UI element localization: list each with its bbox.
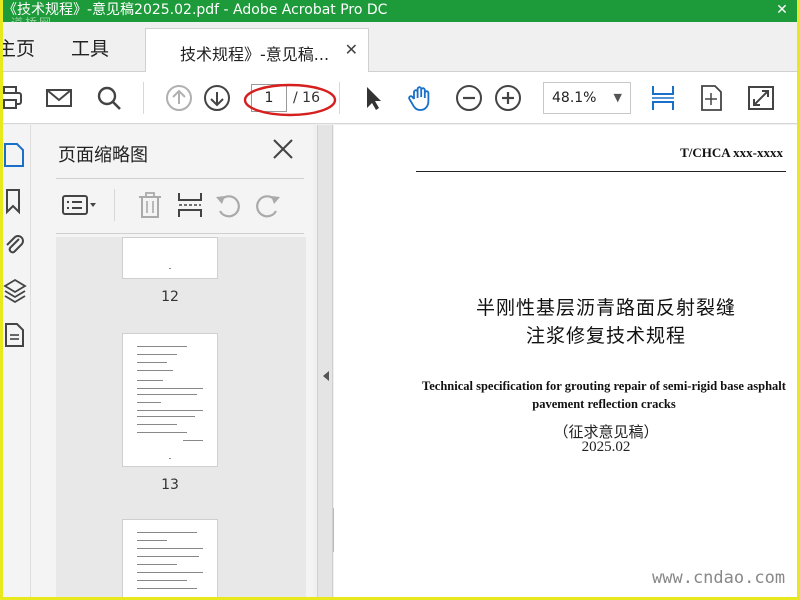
thumbnail-text-line bbox=[137, 532, 197, 533]
tab-close-icon[interactable]: ✕ bbox=[345, 40, 358, 59]
thumbnail-text-line bbox=[137, 548, 203, 549]
thumbnail-text-line bbox=[137, 540, 167, 541]
thumbnail-toolbar bbox=[56, 178, 304, 234]
select-arrow-icon[interactable] bbox=[359, 84, 387, 112]
document-date: 2025.02 bbox=[581, 439, 631, 455]
header-rule bbox=[416, 171, 786, 172]
trash-icon[interactable] bbox=[136, 191, 164, 219]
thumbnail-text-line bbox=[137, 572, 203, 573]
page-up-icon[interactable] bbox=[165, 84, 193, 112]
thumbnail-page-13[interactable] bbox=[122, 333, 218, 467]
document-title-en-line2: pavement reflection cracks bbox=[532, 397, 676, 411]
thumbnail-text-line bbox=[137, 380, 163, 381]
toolbar-separator bbox=[114, 189, 115, 221]
thumbnail-text-line bbox=[137, 370, 173, 371]
thumbnail-page-number: 13 bbox=[161, 477, 179, 493]
thumbnail-text-line bbox=[169, 458, 171, 459]
thumbnails-panel: 页面缩略图 12 13 bbox=[31, 125, 337, 597]
search-icon[interactable] bbox=[95, 84, 123, 112]
thumbnail-page-number: 12 bbox=[161, 289, 179, 305]
acrobat-window: 《技术规程》-意见稿2025.02.pdf - Adobe Acrobat Pr… bbox=[3, 0, 797, 597]
document-properties-icon[interactable] bbox=[3, 321, 27, 349]
fit-width-icon[interactable] bbox=[649, 84, 677, 112]
rotate-right-icon[interactable] bbox=[254, 191, 282, 219]
site-watermark: www.cndao.com bbox=[652, 568, 786, 588]
zoom-out-icon[interactable] bbox=[455, 84, 483, 112]
document-title-en-line1: Technical specification for grouting rep… bbox=[422, 379, 786, 393]
attachment-icon[interactable] bbox=[3, 231, 27, 259]
thumbnail-text-line bbox=[137, 416, 195, 417]
thumbnail-text-line bbox=[137, 410, 203, 411]
page-fit-icon[interactable] bbox=[697, 84, 725, 112]
tab-row: 主页 工具 技术规程》-意见稿... ✕ bbox=[3, 22, 797, 73]
thumbnail-text-line bbox=[137, 346, 187, 347]
fullscreen-icon[interactable] bbox=[747, 84, 775, 112]
thumbnail-text-line bbox=[137, 354, 177, 355]
tab-tools[interactable]: 工具 bbox=[71, 34, 109, 61]
tab-document[interactable]: 技术规程》-意见稿... ✕ bbox=[145, 28, 369, 73]
mail-icon[interactable] bbox=[45, 84, 73, 112]
toolbar-separator bbox=[339, 82, 340, 114]
page-thumbnails-icon[interactable] bbox=[3, 141, 27, 169]
thumbnail-text-line bbox=[183, 440, 203, 441]
zoom-level-select[interactable]: 48.1% ▼ bbox=[543, 82, 631, 114]
tab-home[interactable]: 主页 bbox=[3, 34, 35, 61]
main-toolbar: 1 / 16 48.1% ▼ bbox=[3, 72, 797, 124]
thumbnail-text-line bbox=[137, 402, 161, 403]
thumbnail-text-line bbox=[137, 394, 197, 395]
zoom-in-icon[interactable] bbox=[494, 84, 522, 112]
thumbnail-text-line bbox=[137, 432, 187, 433]
bookmark-icon[interactable] bbox=[3, 187, 27, 215]
layers-icon[interactable] bbox=[3, 277, 27, 305]
thumbnail-options-icon[interactable] bbox=[62, 191, 98, 219]
rotate-left-icon[interactable] bbox=[214, 191, 242, 219]
thumbnail-text-line bbox=[137, 564, 177, 565]
insert-page-icon[interactable] bbox=[176, 191, 204, 219]
thumbnail-text-line bbox=[137, 362, 167, 363]
thumbnail-text-line bbox=[137, 424, 177, 425]
thumbnail-list[interactable]: 12 13 bbox=[56, 237, 306, 597]
title-bar: 《技术规程》-意见稿2025.02.pdf - Adobe Acrobat Pr… bbox=[3, 0, 797, 22]
left-navigation-bar bbox=[3, 125, 31, 597]
thumbnail-text-line bbox=[137, 580, 187, 581]
document-title-cn-line2: 注浆修复技术规程 bbox=[525, 325, 686, 347]
standard-code: T/CHCA xxx-xxxx bbox=[680, 145, 783, 160]
chevron-down-icon: ▼ bbox=[613, 91, 622, 104]
thumbnail-text-line bbox=[137, 388, 203, 389]
document-page[interactable]: T/CHCA xxx-xxxx 半刚性基层沥青路面反射裂缝 注浆修复技术规程 T… bbox=[334, 125, 797, 597]
window-close-button[interactable]: ✕ bbox=[767, 0, 797, 22]
thumbnail-text-line bbox=[137, 588, 197, 589]
thumbnail-page-12[interactable] bbox=[122, 237, 218, 279]
toolbar-separator bbox=[143, 82, 144, 114]
tab-document-label: 技术规程》-意见稿... bbox=[180, 45, 330, 64]
hand-icon[interactable] bbox=[407, 84, 435, 112]
page-down-icon[interactable] bbox=[203, 84, 231, 112]
thumbnail-text-line bbox=[137, 556, 199, 557]
collapse-panel-icon[interactable] bbox=[321, 370, 331, 382]
print-icon[interactable] bbox=[3, 84, 25, 112]
close-icon[interactable] bbox=[271, 137, 295, 161]
window-title: 《技术规程》-意见稿2025.02.pdf - Adobe Acrobat Pr… bbox=[3, 2, 388, 18]
thumbnail-page-14[interactable] bbox=[122, 519, 218, 597]
annotation-ellipse bbox=[243, 83, 337, 117]
panel-title: 页面缩略图 bbox=[58, 145, 148, 166]
thumbnail-text-line bbox=[169, 268, 171, 269]
zoom-level-value: 48.1% bbox=[552, 90, 597, 106]
document-title-cn-line1: 半刚性基层沥青路面反射裂缝 bbox=[475, 297, 736, 319]
panel-divider[interactable] bbox=[317, 125, 333, 597]
